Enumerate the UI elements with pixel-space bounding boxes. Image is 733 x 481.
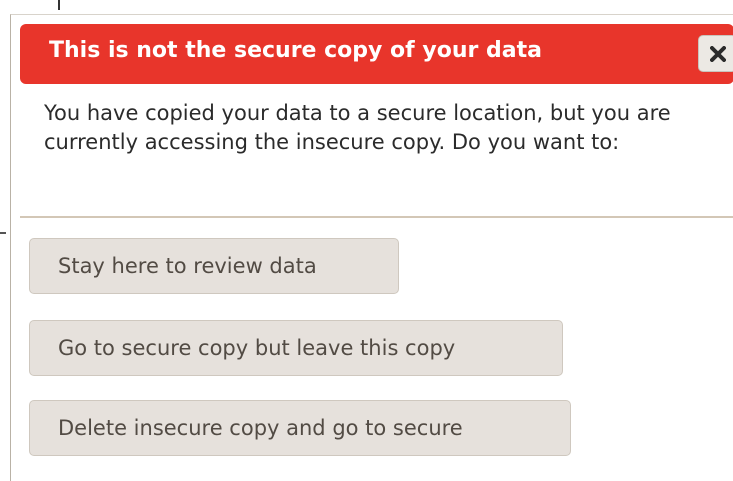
delete-insecure-copy-button[interactable]: Delete insecure copy and go to secure	[29, 400, 571, 456]
dialog-title: This is not the secure copy of your data	[49, 38, 542, 63]
background-artifact	[58, 0, 60, 10]
dialog-message: You have copied your data to a secure lo…	[44, 101, 671, 154]
dialog-divider	[20, 216, 733, 218]
close-button[interactable]	[698, 35, 733, 72]
insecure-copy-dialog: This is not the secure copy of your data…	[10, 14, 733, 481]
dialog-titlebar: This is not the secure copy of your data	[20, 24, 733, 84]
close-icon	[709, 45, 726, 62]
stay-here-button[interactable]: Stay here to review data	[29, 238, 399, 294]
background-artifact	[0, 232, 6, 234]
go-to-secure-copy-button[interactable]: Go to secure copy but leave this copy	[29, 320, 563, 376]
